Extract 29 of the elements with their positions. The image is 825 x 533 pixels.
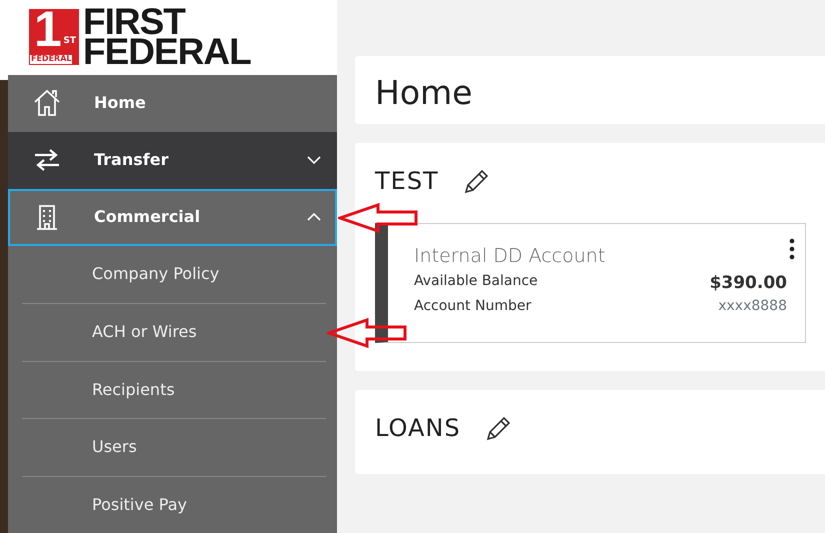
group-title: TEST (375, 166, 439, 197)
sidebar-item[interactable]: Transfer (8, 132, 337, 188)
edit-icon[interactable] (462, 167, 491, 195)
chevron-down-icon (307, 155, 321, 165)
sidebar-subitem[interactable]: ACH or Wires (22, 303, 326, 360)
sidebar-subitem[interactable]: Positive Pay (22, 476, 326, 533)
home-icon (32, 88, 62, 118)
logo-numeral: 1 (34, 9, 62, 50)
account-number: xxxx8888 (718, 297, 787, 316)
sidebar-item[interactable]: Commercial (8, 188, 337, 246)
account-number-label: Account Number (414, 297, 532, 316)
logo-superscript: ST (63, 35, 76, 48)
balance-value: $390.00 (710, 272, 787, 294)
more-icon[interactable] (789, 238, 795, 260)
logo-text: FEDERAL (83, 37, 251, 68)
group-title: LOANS (375, 413, 461, 444)
page-title: Home (374, 72, 474, 114)
sidebar-subitem[interactable]: Company Policy (22, 246, 326, 303)
logo-text: FIRST (83, 7, 186, 38)
sidebar-subitem[interactable]: Recipients (22, 360, 326, 418)
account-tile[interactable]: Internal DD Account Available Balance $390.00 Account Number xxxx8888 (375, 223, 806, 343)
account-name: Internal DD Account (414, 244, 606, 269)
logo-badge-word: FEDERAL (30, 55, 72, 64)
sidebar-item[interactable]: Home (8, 74, 337, 132)
sidebar-subitem[interactable]: Users (22, 418, 326, 476)
edit-icon[interactable] (484, 414, 513, 442)
chevron-up-icon (307, 212, 321, 222)
transfer-icon (32, 146, 62, 174)
balance-label: Available Balance (414, 272, 538, 290)
